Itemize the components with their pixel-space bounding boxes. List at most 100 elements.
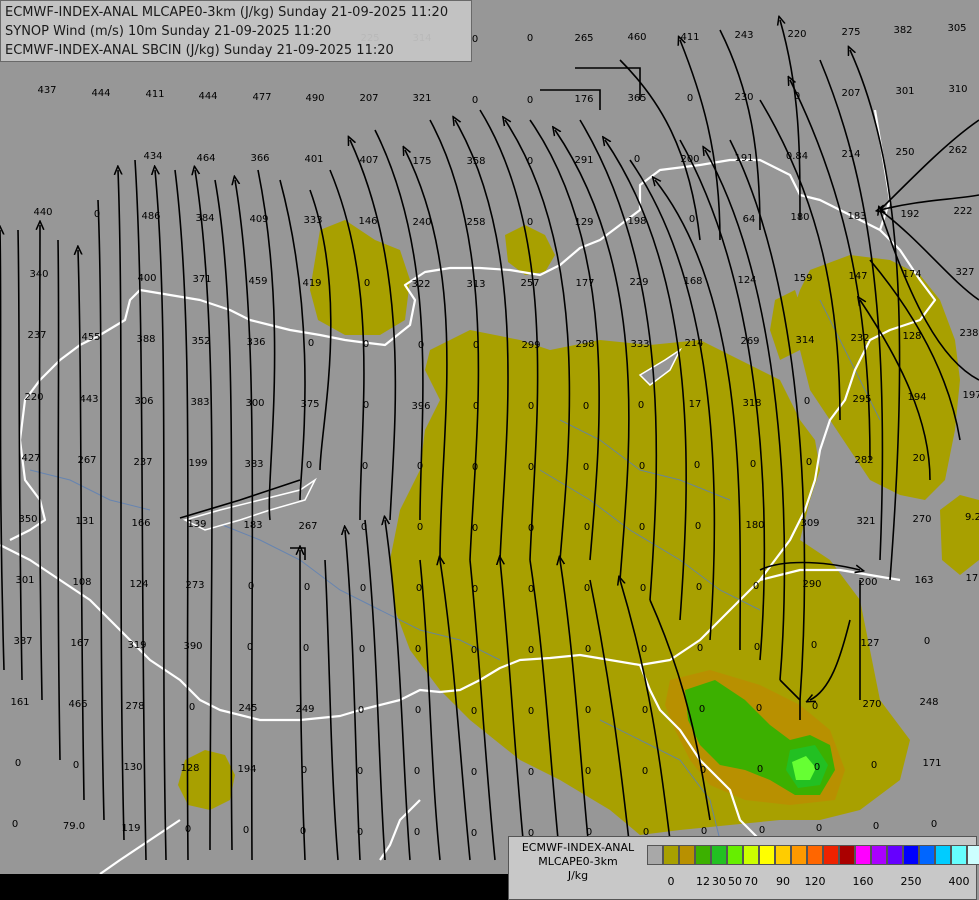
cin-value: 301	[15, 575, 34, 586]
cin-value: 333	[303, 215, 322, 226]
cin-value: 177	[575, 278, 594, 289]
cin-value: 129	[574, 217, 593, 228]
cin-value: 220	[24, 392, 43, 403]
legend-tick-label: 160	[852, 875, 874, 888]
cin-value: 171	[965, 573, 979, 584]
cin-value: 0	[416, 583, 422, 594]
cin-value: 180	[745, 520, 764, 531]
cin-value: 0	[583, 401, 589, 412]
cin-value: 237	[133, 457, 152, 468]
cin-value: 0	[757, 764, 763, 775]
cin-value: 278	[125, 701, 144, 712]
legend-swatch	[855, 845, 871, 865]
legend-tick-label: 50	[728, 875, 742, 888]
legend-swatch	[807, 845, 823, 865]
cin-value: 366	[250, 153, 269, 164]
cin-value: 0	[527, 33, 533, 44]
cin-value: 350	[18, 514, 37, 525]
legend-tick-label: 90	[776, 875, 790, 888]
cin-value: 299	[521, 340, 540, 351]
cape-area-north	[310, 220, 410, 335]
cin-value: 119	[121, 823, 140, 834]
cin-value: 130	[123, 762, 142, 773]
cin-value: 407	[359, 155, 378, 166]
cin-value: 258	[466, 217, 485, 228]
cin-value: 0	[642, 705, 648, 716]
cin-value: 0	[527, 156, 533, 167]
cin-value: 192	[900, 209, 919, 220]
legend-swatches	[647, 845, 979, 865]
cin-value: 124	[737, 275, 756, 286]
weather-map[interactable]: 437 444 411 444 477 490 207 321 0 0 176 365 0 230 0 207…	[0, 0, 979, 900]
cin-value: 411	[680, 32, 699, 43]
cin-value: 0	[754, 642, 760, 653]
cin-value: 388	[136, 334, 155, 345]
cin-value: 0	[528, 584, 534, 595]
legend-title: ECMWF-INDEX-ANAL MLCAPE0-3km J/kg	[511, 841, 645, 883]
title-synop-wind: SYNOP Wind (m/s) 10m Sunday 21-09-2025 1…	[5, 24, 332, 39]
cin-value: 0	[471, 645, 477, 656]
cin-value: 0	[528, 706, 534, 717]
cin-value: 0	[243, 825, 249, 836]
cape-area-far-east	[940, 495, 979, 575]
cin-value: 0	[415, 705, 421, 716]
cin-value: 0	[185, 824, 191, 835]
legend-swatch	[823, 845, 839, 865]
cin-value: 194	[237, 764, 256, 775]
cin-value: 318	[742, 398, 761, 409]
cin-value: 131	[75, 516, 94, 527]
cin-value: 0	[806, 457, 812, 468]
cin-value: 168	[683, 276, 702, 287]
cin-value: 0	[364, 278, 370, 289]
cin-value: 0	[528, 767, 534, 778]
cin-value: 383	[244, 459, 263, 470]
cin-value: 198	[627, 216, 646, 227]
cin-value: 17	[689, 399, 702, 410]
cin-value: 0	[528, 401, 534, 412]
cin-value: 443	[79, 394, 98, 405]
cin-value: 0	[638, 400, 644, 411]
cin-value: 0	[415, 644, 421, 655]
cin-value: 434	[143, 151, 162, 162]
cin-value: 269	[740, 336, 759, 347]
cin-value: 127	[860, 638, 879, 649]
cin-value: 382	[893, 25, 912, 36]
cin-value: 249	[295, 704, 314, 715]
cin-value: 167	[70, 638, 89, 649]
cin-value: 220	[787, 29, 806, 40]
cin-value: 0	[308, 338, 314, 349]
cin-value: 0	[750, 459, 756, 470]
cin-value: 0	[634, 154, 640, 165]
cin-value: 159	[793, 273, 812, 284]
cin-value: 200	[680, 154, 699, 165]
cin-value: 384	[195, 213, 214, 224]
cin-value: 171	[922, 758, 941, 769]
cin-value: 358	[466, 156, 485, 167]
cin-value: 409	[249, 214, 268, 225]
cin-value: 0	[639, 461, 645, 472]
cin-value: 0	[360, 583, 366, 594]
cin-value: 197	[962, 390, 979, 401]
cin-value: 147	[848, 271, 867, 282]
bottom-bar	[0, 874, 508, 900]
cin-value: 174	[902, 269, 921, 280]
cin-value: 444	[198, 91, 217, 102]
cin-value: 0	[794, 91, 800, 102]
cin-value: 232	[850, 333, 869, 344]
cin-value: 243	[734, 30, 753, 41]
cin-value: 375	[300, 399, 319, 410]
cin-value: 0	[527, 217, 533, 228]
cin-value: 0	[641, 644, 647, 655]
cin-value: 0	[528, 462, 534, 473]
cin-value: 250	[895, 147, 914, 158]
cin-value: 477	[252, 92, 271, 103]
cin-value: 0	[248, 581, 254, 592]
cin-value: 230	[734, 92, 753, 103]
cin-value: 0	[472, 95, 478, 106]
cin-value: 314	[795, 335, 814, 346]
cin-value: 222	[953, 206, 972, 217]
cin-value: 0.84	[786, 151, 808, 162]
cin-value: 313	[466, 279, 485, 290]
legend-swatch	[759, 845, 775, 865]
cin-value: 0	[472, 523, 478, 534]
